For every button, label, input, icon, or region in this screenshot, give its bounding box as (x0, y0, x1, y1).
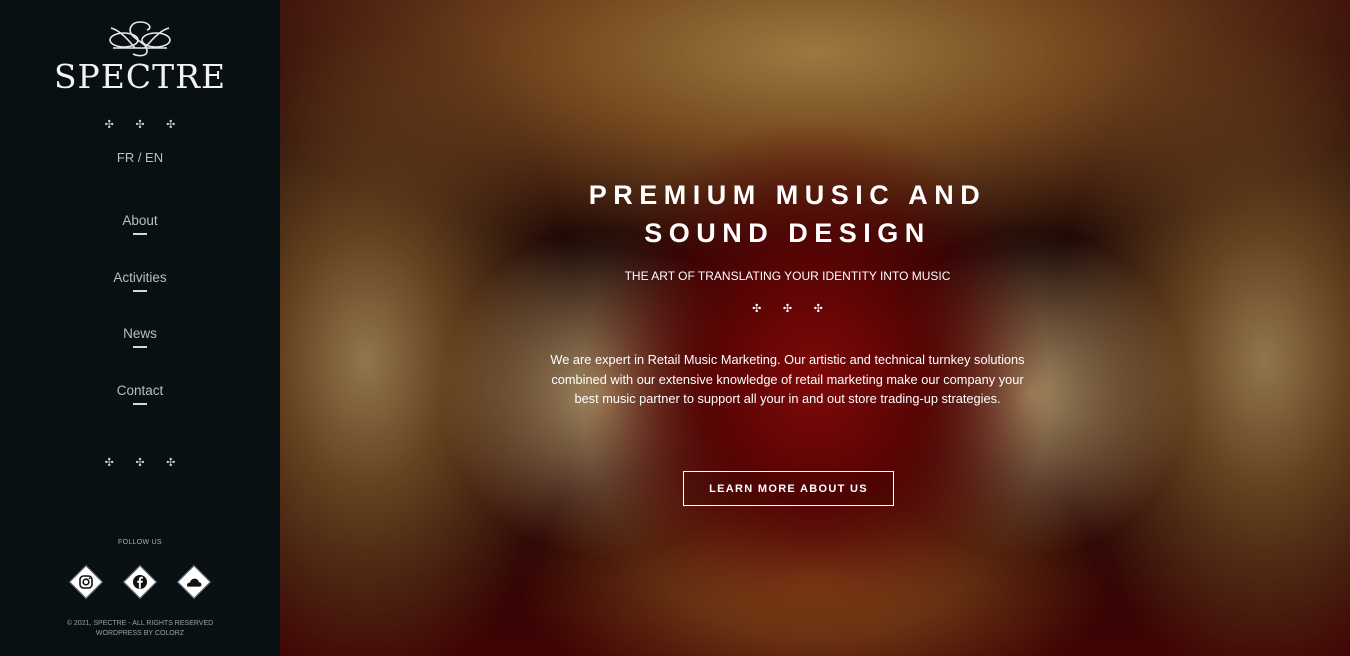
soundcloud-link[interactable] (176, 564, 212, 600)
nav-item-news[interactable]: News (0, 326, 280, 383)
nav-item-label: About (122, 213, 158, 228)
nav-item-label: Contact (116, 382, 164, 398)
hero-title: PREMIUM MUSIC AND SOUND DESIGN (280, 176, 1295, 252)
facebook-icon (133, 575, 147, 589)
hero-title-line: SOUND DESIGN (644, 218, 931, 248)
nav-dash (133, 402, 147, 405)
follow-us-label: FOLLOW US (118, 539, 162, 546)
sidebar-ornament-top: ✣ ✣ ✣ (104, 118, 185, 131)
brand-logo[interactable]: SPECTRE (0, 18, 280, 94)
copyright-line: © 2021, SPECTRE - ALL RIGHTS RESERVED (66, 620, 214, 627)
nav-item-activities[interactable]: Activities (0, 270, 280, 327)
sidebar-ornament-bottom: ✣ ✣ ✣ (104, 456, 185, 469)
facebook-link[interactable] (122, 564, 158, 600)
soundcloud-icon (187, 578, 202, 587)
hero-section: PREMIUM MUSIC AND SOUND DESIGN THE ART O… (280, 0, 1350, 656)
nav-dash (133, 233, 147, 235)
spectre-monogram-icon (109, 21, 171, 57)
brand-name: SPECTRE (53, 57, 227, 96)
main-nav: About Activities News Contact (0, 213, 280, 439)
nav-dash (133, 289, 147, 292)
credits-line[interactable]: WORDPRESS BY COLORZ (0, 629, 280, 639)
nav-item-label: News (123, 326, 157, 341)
social-links (0, 564, 280, 600)
learn-more-button[interactable]: LEARN MORE ABOUT US (683, 471, 894, 506)
hero-description: We are expert in Retail Music Marketing.… (550, 352, 1025, 406)
hero-subtitle: THE ART OF TRANSLATING YOUR IDENTITY INT… (624, 269, 951, 283)
sidebar: SPECTRE ✣ ✣ ✣ FR / EN About Activities N… (0, 0, 280, 656)
hero-title-line: PREMIUM MUSIC AND (588, 180, 987, 210)
hero-ornament: ✣ ✣ ✣ (752, 302, 832, 315)
instagram-link[interactable] (68, 564, 104, 600)
instagram-icon (79, 575, 93, 589)
nav-item-about[interactable]: About (0, 213, 280, 270)
copyright: © 2021, SPECTRE - ALL RIGHTS RESERVED WO… (0, 619, 280, 639)
theater-background-image (280, 0, 1350, 656)
language-switcher[interactable]: FR / EN (0, 150, 280, 165)
nav-dash (133, 346, 147, 348)
nav-item-label: Activities (113, 269, 167, 285)
nav-item-contact[interactable]: Contact (0, 383, 280, 440)
